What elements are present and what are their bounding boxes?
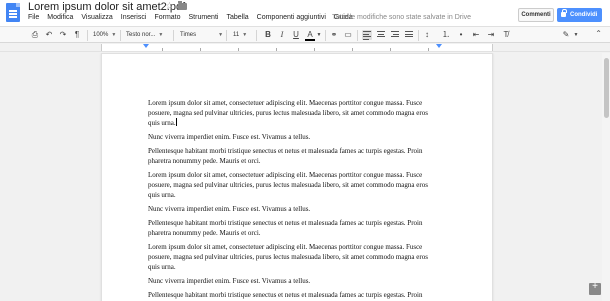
comments-button[interactable]: Commenti <box>518 8 554 22</box>
paragraph-text: Lorem ipsum dolor sit amet, consectetuer… <box>148 99 428 127</box>
print-icon[interactable]: ⎙ <box>30 29 40 41</box>
paragraph[interactable]: Nunc viverra imperdiet enim. Fusce est. … <box>148 276 438 286</box>
comment-icon[interactable]: ▭ <box>343 29 353 41</box>
header: Lorem ipsum dolor sit amet2.pdf ☆ File M… <box>0 0 610 26</box>
star-icon[interactable]: ☆ <box>165 1 174 12</box>
text-cursor <box>175 118 177 126</box>
paragraph[interactable]: Pellentesque habitant morbi tristique se… <box>148 146 438 166</box>
italic-button[interactable]: I <box>277 29 287 41</box>
ruler[interactable] <box>0 43 610 52</box>
increase-indent-icon[interactable]: ⇥ <box>486 29 496 41</box>
toolbar: ⎙ ↶ ↷ ¶ 100% ▼ Testo nor... ▼ Times ▼ 11 ▼ B… <box>0 26 610 43</box>
left-indent-marker[interactable] <box>143 44 149 48</box>
paragraph[interactable]: Pellentesque habitant morbi tristique se… <box>148 218 438 238</box>
menubar: File Modifica Visualizza Inserisci Forma… <box>28 14 353 21</box>
font-value: Times <box>180 32 197 38</box>
text-color-button[interactable]: A <box>305 29 315 41</box>
pencil-icon[interactable]: ✎ <box>561 29 571 41</box>
scrollbar-thumb[interactable] <box>604 58 609 118</box>
docs-logo-icon[interactable] <box>6 3 20 22</box>
share-button-label: Condividi <box>570 12 598 18</box>
bold-button[interactable]: B <box>263 29 273 41</box>
align-justify-icon[interactable] <box>405 31 413 39</box>
menu-componenti-aggiuntivi[interactable]: Componenti aggiuntivi <box>257 14 326 21</box>
zoom-select[interactable]: 100% ▼ <box>93 30 116 40</box>
align-right-icon[interactable] <box>391 31 399 39</box>
numbered-list-icon[interactable]: ⒈ <box>441 29 451 41</box>
paragraph[interactable]: Nunc viverra imperdiet enim. Fusce est. … <box>148 204 438 214</box>
docs-window: Lorem ipsum dolor sit amet2.pdf ☆ File M… <box>0 0 610 301</box>
font-select[interactable]: Times ▼ <box>180 30 223 40</box>
document-page[interactable]: Lorem ipsum dolor sit amet, consectetuer… <box>101 53 493 301</box>
link-icon[interactable]: ⚭ <box>329 29 339 41</box>
paint-format-icon[interactable]: ¶ <box>72 29 82 41</box>
undo-icon[interactable]: ↶ <box>44 29 54 41</box>
lock-icon <box>561 9 567 17</box>
document-body[interactable]: Lorem ipsum dolor sit amet, consectetuer… <box>148 98 438 301</box>
chevron-down-icon: ▼ <box>158 32 164 38</box>
font-size-value: 11 <box>233 32 240 38</box>
decrease-indent-icon[interactable]: ⇤ <box>471 29 481 41</box>
folder-icon[interactable] <box>178 1 187 10</box>
chevron-down-icon[interactable]: ▼ <box>316 29 322 41</box>
line-spacing-icon[interactable]: ↕ <box>422 29 432 41</box>
chevron-down-icon: ▼ <box>218 32 224 38</box>
document-title[interactable]: Lorem ipsum dolor sit amet2.pdf <box>28 1 185 13</box>
redo-icon[interactable]: ↷ <box>58 29 68 41</box>
style-value: Testo nor... <box>126 32 156 38</box>
paragraph[interactable]: Nunc viverra imperdiet enim. Fusce est. … <box>148 132 438 142</box>
clear-formatting-icon[interactable]: T̸ <box>501 29 511 41</box>
menu-inserisci[interactable]: Inserisci <box>121 14 147 21</box>
chevron-down-icon[interactable]: ▼ <box>573 29 579 41</box>
underline-button[interactable]: U <box>291 29 301 41</box>
paragraph[interactable]: Lorem ipsum dolor sit amet, consectetuer… <box>148 98 438 128</box>
bulleted-list-icon[interactable]: • <box>456 29 466 41</box>
explore-icon[interactable] <box>589 281 601 295</box>
align-left-icon[interactable] <box>362 30 372 40</box>
menu-visualizza[interactable]: Visualizza <box>81 14 112 21</box>
collapse-toolbar-icon[interactable]: ⌃ <box>595 29 602 38</box>
paragraph[interactable]: Lorem ipsum dolor sit amet, consectetuer… <box>148 242 438 272</box>
font-size-select[interactable]: 11 ▼ <box>233 30 247 40</box>
style-select[interactable]: Testo nor... ▼ <box>126 30 163 40</box>
zoom-value: 100% <box>93 32 109 38</box>
ruler-track <box>101 44 493 51</box>
menu-file[interactable]: File <box>28 14 39 21</box>
saved-status[interactable]: Tutte le modifiche sono state salvate in… <box>332 14 471 21</box>
right-indent-marker[interactable] <box>436 44 442 48</box>
chevron-down-icon: ▼ <box>242 32 248 38</box>
vertical-scrollbar[interactable] <box>602 53 610 301</box>
chevron-down-icon: ▼ <box>111 32 117 38</box>
menu-strumenti[interactable]: Strumenti <box>189 14 219 21</box>
align-center-icon[interactable] <box>377 31 385 39</box>
menu-modifica[interactable]: Modifica <box>47 14 73 21</box>
menu-formato[interactable]: Formato <box>154 14 180 21</box>
share-button[interactable]: Condividi <box>557 8 602 22</box>
menu-tabella[interactable]: Tabella <box>226 14 248 21</box>
paragraph[interactable]: Pellentesque habitant morbi tristique se… <box>148 290 438 301</box>
document-area[interactable]: Lorem ipsum dolor sit amet, consectetuer… <box>0 53 610 301</box>
paragraph[interactable]: Lorem ipsum dolor sit amet, consectetuer… <box>148 170 438 200</box>
